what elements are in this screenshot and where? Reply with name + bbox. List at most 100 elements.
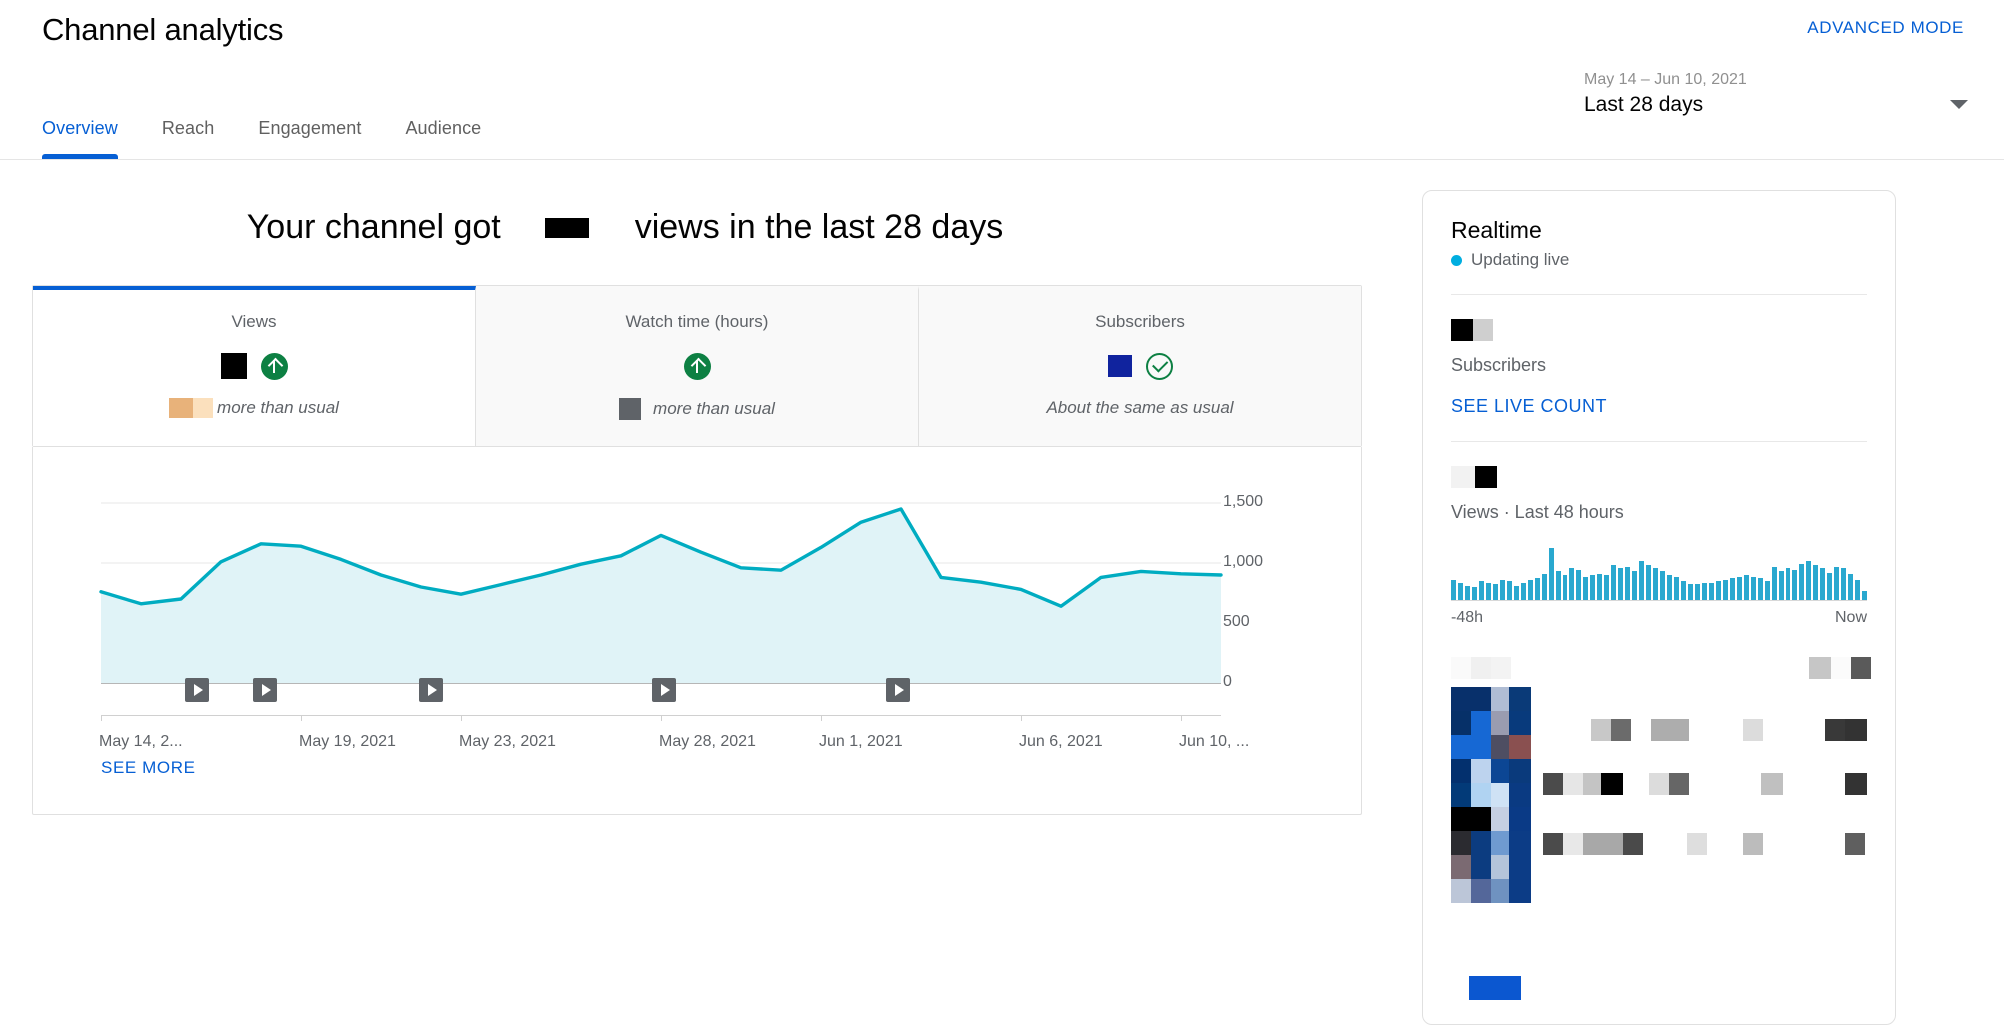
redacted-block (1563, 773, 1583, 795)
x-axis-tick (301, 715, 302, 721)
sparkline-bar (1653, 568, 1658, 600)
redacted-block (1471, 807, 1491, 831)
metric-value-row (43, 348, 465, 384)
arrow-up-icon (261, 353, 288, 380)
sparkline-bar (1709, 583, 1714, 600)
sparkline-bar (1792, 570, 1797, 600)
video-marker-icon[interactable] (652, 678, 676, 702)
x-axis-tick (461, 715, 462, 721)
sparkline-bar (1806, 561, 1811, 600)
sparkline-bar (1779, 571, 1784, 600)
views-value-redacted (1451, 466, 1867, 488)
sparkline-bar (1542, 574, 1547, 600)
redacted-block (1451, 687, 1471, 711)
redacted-block (1845, 719, 1867, 741)
metric-label: Views (43, 312, 465, 332)
sparkline-bar (1549, 548, 1554, 600)
date-range-selector[interactable]: May 14 – Jun 10, 2021 Last 28 days (1584, 68, 1914, 120)
y-axis-tick-label: 1,000 (1223, 553, 1263, 571)
redacted-block (1491, 855, 1509, 879)
chart-x-axis: May 14, 2...May 19, 2021May 23, 2021May … (33, 721, 1363, 751)
video-marker-icon[interactable] (419, 678, 443, 702)
redacted-block (1491, 783, 1509, 807)
advanced-mode-button[interactable]: ADVANCED MODE (1807, 18, 1964, 38)
metric-value-row (486, 348, 908, 384)
x-axis-tick-label: May 14, 2... (99, 733, 183, 751)
sparkline-bar (1646, 565, 1651, 600)
sparkline-bar (1625, 567, 1630, 600)
sparkline-bar (1486, 583, 1491, 600)
subscribers-value-redacted (1451, 319, 1867, 341)
x-axis-tick (661, 715, 662, 721)
metric-value-row (929, 348, 1351, 384)
redacted-block (1451, 657, 1471, 679)
sparkline-bar (1848, 574, 1853, 600)
date-range-subtitle: May 14 – Jun 10, 2021 (1584, 68, 1914, 91)
sparkline-bar (1535, 578, 1540, 600)
redacted-block (1743, 833, 1763, 855)
sparkline-bar (1521, 583, 1526, 600)
video-marker-icon[interactable] (253, 678, 277, 702)
sparkline-bar (1451, 580, 1456, 600)
redacted-block (1509, 783, 1531, 807)
redacted-block (1491, 657, 1511, 679)
realtime-video-list[interactable] (1451, 657, 1867, 957)
redacted-block (1623, 833, 1643, 855)
sidebar-column: Realtime Updating live Subscribers SEE L… (1400, 160, 2004, 1025)
sparkline-bar (1563, 575, 1568, 600)
metric-cards: Views more than usual Watch time (hours) (32, 285, 1362, 447)
redacted-block (1591, 719, 1611, 741)
sparkline-bar (1632, 571, 1637, 600)
redacted-block (1543, 773, 1563, 795)
metric-comparison: more than usual (486, 398, 908, 420)
sparkline-bar (1569, 568, 1574, 600)
tab-reach[interactable]: Reach (140, 118, 237, 159)
sparkline-bar (1465, 586, 1470, 600)
redacted-block (1451, 711, 1471, 735)
sparkline-bar (1702, 583, 1707, 600)
metric-card-watch-time[interactable]: Watch time (hours) more than usual (476, 286, 919, 446)
chart-y-axis: 05001,0001,500 (1223, 483, 1343, 683)
redacted-block (1491, 759, 1509, 783)
x-axis-tick-label: Jun 1, 2021 (819, 733, 903, 751)
page-header: Channel analytics ADVANCED MODE May 14 –… (0, 0, 2004, 160)
comparison-value-redacted (169, 398, 213, 418)
redacted-block (1471, 879, 1491, 903)
x-axis-tick (1181, 715, 1182, 721)
subscribers-label: Subscribers (1451, 355, 1867, 376)
sparkline-bar (1772, 567, 1777, 600)
tab-engagement[interactable]: Engagement (236, 118, 383, 159)
redacted-block (1743, 719, 1763, 741)
tab-audience[interactable]: Audience (383, 118, 503, 159)
redacted-block (1543, 833, 1563, 855)
y-axis-tick-label: 500 (1223, 613, 1250, 631)
metric-card-views[interactable]: Views more than usual (33, 286, 476, 446)
sparkline-bar (1723, 580, 1728, 600)
redacted-block (1583, 773, 1601, 795)
sparkline-bar (1639, 561, 1644, 600)
redacted-block (1451, 783, 1471, 807)
views-sparkline-wrap: -48h Now (1451, 547, 1867, 627)
sparkline-bar (1583, 577, 1588, 600)
sparkline-bar (1695, 584, 1700, 600)
video-marker-icon[interactable] (185, 678, 209, 702)
redacted-block (1451, 735, 1471, 759)
views-sparkline[interactable] (1451, 547, 1867, 601)
chevron-down-icon[interactable] (1950, 100, 1968, 109)
video-marker-icon[interactable] (886, 678, 910, 702)
realtime-action-button-redacted[interactable] (1469, 976, 1521, 1000)
sparkline-bar (1604, 575, 1609, 600)
axis-start-label: -48h (1451, 609, 1483, 627)
tab-overview[interactable]: Overview (42, 118, 140, 159)
headline-views-redacted (545, 218, 589, 238)
see-live-count-link[interactable]: SEE LIVE COUNT (1451, 396, 1867, 417)
sparkline-bar (1479, 581, 1484, 600)
redacted-block (1491, 879, 1509, 903)
chart-area: 05001,0001,500 May 14, 2...May 19, 2021M… (33, 483, 1363, 743)
sparkline-bar (1730, 578, 1735, 600)
redacted-block (1471, 687, 1491, 711)
see-more-link[interactable]: SEE MORE (101, 758, 196, 778)
metric-card-subscribers[interactable]: Subscribers About the same as usual (919, 286, 1361, 446)
sparkline-bar (1674, 577, 1679, 600)
redacted-block (1491, 711, 1509, 735)
